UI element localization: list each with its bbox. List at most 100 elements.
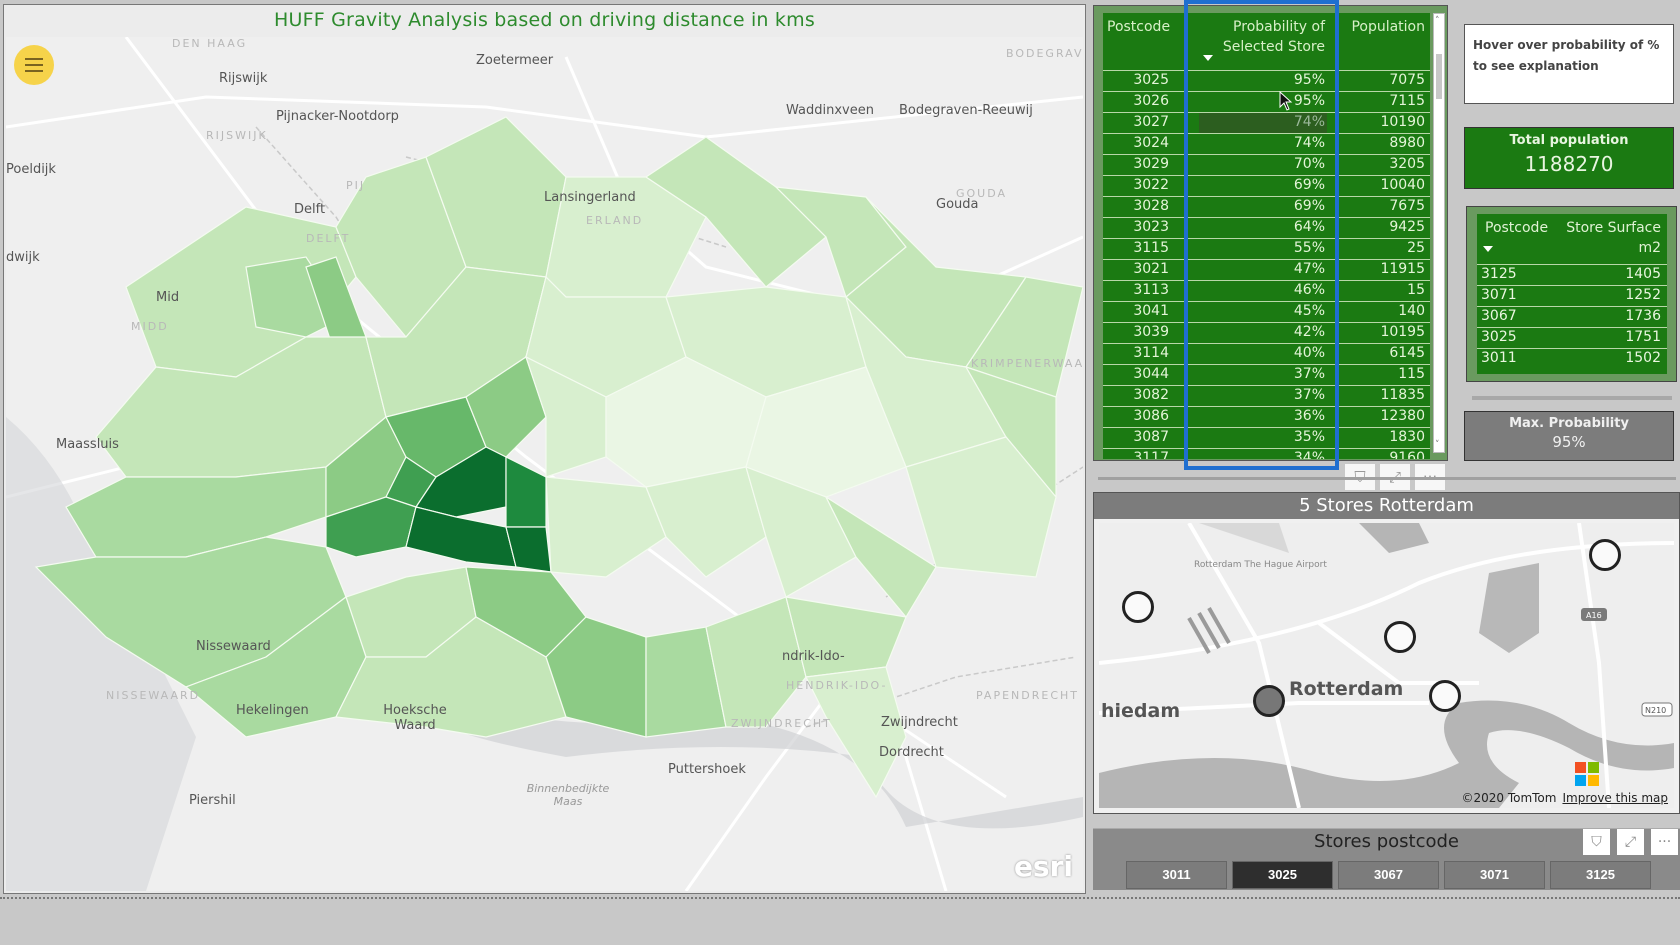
cell-postcode: 3026: [1133, 93, 1169, 109]
table-row[interactable]: 3071 1252: [1477, 285, 1667, 306]
cell-postcode: 3021: [1133, 261, 1169, 277]
store-pin-store-3067[interactable]: [1384, 621, 1416, 653]
place-label: BODEGRAV: [1006, 47, 1083, 60]
cell-population: 11915: [1380, 261, 1425, 277]
cell-population: 8980: [1389, 135, 1425, 151]
place-label: PAPENDRECHT: [976, 689, 1080, 702]
airport-label: Rotterdam The Hague Airport: [1194, 560, 1327, 570]
road-n210-label: N210: [1645, 706, 1666, 715]
cell-postcode: 3071: [1481, 287, 1517, 303]
col-header-store-surface[interactable]: Store Surface m2: [1563, 218, 1661, 258]
improve-map-link[interactable]: Improve this map: [1562, 791, 1668, 805]
scroll-down-icon[interactable]: ˅: [1435, 440, 1440, 450]
slicer-option-3071[interactable]: 3071: [1444, 861, 1545, 889]
place-label: Lansingerland: [544, 190, 636, 205]
map-canvas[interactable]: [6, 37, 1083, 891]
place-label: DELFT: [306, 232, 351, 245]
cell-postcode: 3027: [1133, 114, 1169, 130]
cell-postcode: 3011: [1481, 350, 1517, 366]
col-header-postcode[interactable]: Postcode: [1485, 218, 1548, 238]
road-a16-label: A16: [1586, 611, 1602, 620]
cell-postcode: 3044: [1133, 366, 1169, 382]
place-label: Waddinxveen: [786, 103, 874, 118]
cell-population: 10190: [1380, 114, 1425, 130]
cell-postcode: 3117: [1133, 450, 1169, 459]
cell-population: 6145: [1389, 345, 1425, 361]
place-label: ZWIJNDRECHT: [731, 717, 832, 730]
place-label: Puttershoek: [668, 762, 746, 777]
total-population-value: 1188270: [1524, 152, 1614, 176]
slicer-option-3067[interactable]: 3067: [1338, 861, 1439, 889]
place-label: Maassluis: [56, 437, 119, 452]
place-label: Zwijndrecht: [881, 715, 958, 730]
place-label: Delft: [294, 202, 326, 217]
cell-postcode: 3025: [1481, 329, 1517, 345]
place-label: Binnenbedijkte Maas: [526, 782, 610, 808]
hamburger-menu-button[interactable]: [14, 45, 54, 85]
slicer-option-3011[interactable]: 3011: [1126, 861, 1227, 889]
cell-store-surface: 1502: [1625, 350, 1661, 366]
store-pin-store-3071[interactable]: [1429, 680, 1461, 712]
divider: [1472, 396, 1672, 400]
cell-population: 3205: [1389, 156, 1425, 172]
place-label: NISSEWAARD: [106, 689, 201, 702]
cell-postcode: 3115: [1133, 240, 1169, 256]
cell-postcode: 3087: [1133, 429, 1169, 445]
place-label: HENDRIK-IDO-: [786, 679, 888, 692]
place-label: PIJ: [346, 179, 366, 192]
place-label: Hoeksche Waard: [383, 703, 447, 733]
store-pin-store-3011[interactable]: [1122, 591, 1154, 623]
store-surface-table[interactable]: Postcode Store Surface m2 3125 1405 3071 12…: [1477, 214, 1667, 374]
cell-population: 10195: [1380, 324, 1425, 340]
huff-map-visual[interactable]: HUFF Gravity Analysis based on driving d…: [3, 4, 1086, 894]
place-label: Hekelingen: [236, 703, 309, 718]
cell-population: 7675: [1389, 198, 1425, 214]
filter-icon[interactable]: ⛉: [1583, 829, 1610, 855]
cell-population: 7115: [1389, 93, 1425, 109]
focus-mode-icon[interactable]: ⤢: [1617, 829, 1644, 855]
scroll-thumb[interactable]: [1436, 54, 1442, 99]
place-label: DEN HAAG: [172, 37, 248, 50]
store-surface-table-visual[interactable]: Postcode Store Surface m2 3125 1405 3071 12…: [1466, 206, 1677, 382]
table-scrollbar[interactable]: ˄ ˅: [1433, 13, 1445, 453]
cell-postcode: 3086: [1133, 408, 1169, 424]
cell-postcode: 3067: [1481, 308, 1517, 324]
cell-store-surface: 1751: [1625, 329, 1661, 345]
total-population-card: Total population 1188270: [1464, 127, 1674, 189]
cell-population: 115: [1398, 366, 1425, 382]
cell-postcode: 3028: [1133, 198, 1169, 214]
place-label: ndrik-Ido-: [782, 649, 845, 664]
max-probability-value: 95%: [1552, 433, 1586, 451]
stores-map-visual[interactable]: 5 Stores Rotterdam Rotterdam The Hague A…: [1093, 492, 1680, 814]
col-header-population[interactable]: Population: [1328, 17, 1425, 37]
slicer-option-3025[interactable]: 3025: [1232, 861, 1333, 889]
place-label: Nissewaard: [196, 639, 271, 654]
col-header-postcode[interactable]: Postcode: [1107, 17, 1170, 37]
postcode-region[interactable]: [785, 596, 907, 678]
slicer-option-3125[interactable]: 3125: [1550, 861, 1651, 889]
cell-population: 9160: [1389, 450, 1425, 459]
stores-map-title: 5 Stores Rotterdam: [1094, 493, 1679, 519]
divider: [1098, 477, 1676, 480]
place-label: RIJSWIJK: [206, 129, 268, 142]
more-options-icon[interactable]: ···: [1651, 829, 1678, 855]
cell-population: 15: [1407, 282, 1425, 298]
stores-postcode-slicer[interactable]: Stores postcode ⛉ ⤢ ··· 3011 3025 3067 3071…: [1093, 828, 1680, 890]
place-label: Poeldijk: [6, 162, 56, 177]
hover-hint-textbox: Hover over probability of % to see expla…: [1464, 24, 1674, 104]
map-attribution: ©2020 TomTom Improve this map: [1461, 791, 1668, 805]
tomtom-copyright: ©2020 TomTom: [1461, 791, 1557, 805]
scroll-up-icon[interactable]: ˄: [1435, 16, 1440, 26]
place-label: dwijk: [6, 250, 40, 265]
table-row[interactable]: 3011 1502: [1477, 348, 1667, 369]
table-row[interactable]: 3067 1736: [1477, 306, 1667, 327]
store-pin-store-3025[interactable]: [1253, 685, 1285, 717]
place-label: Pijnacker-Nootdorp: [276, 109, 399, 124]
table-row[interactable]: 3025 1751: [1477, 327, 1667, 348]
stores-map[interactable]: Rotterdam The Hague Airport Rotterdam hi…: [1099, 523, 1674, 808]
choropleth-map[interactable]: Zoetermeer Rijswijk Pijnacker-Nootdorp Wadd…: [6, 37, 1083, 891]
table-row[interactable]: 3125 1405: [1477, 264, 1667, 285]
store-pin-store-3125[interactable]: [1589, 539, 1621, 571]
sort-desc-icon[interactable]: [1483, 246, 1493, 252]
cell-postcode: 3023: [1133, 219, 1169, 235]
